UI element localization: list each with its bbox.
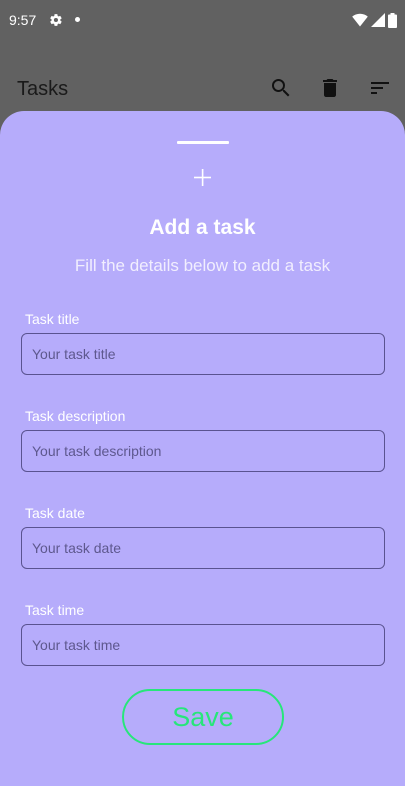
sheet-title: Add a task bbox=[149, 216, 256, 239]
app-bar: Tasks bbox=[0, 60, 405, 116]
status-bar: 9:57 bbox=[0, 0, 405, 40]
cell-signal-icon bbox=[371, 13, 385, 27]
app-title: Tasks bbox=[17, 78, 69, 100]
sort-icon[interactable] bbox=[368, 76, 392, 100]
add-task-sheet: Add a task Fill the details below to add… bbox=[0, 111, 405, 786]
delete-icon[interactable] bbox=[318, 76, 342, 100]
status-right-icons bbox=[352, 12, 397, 28]
settings-gear-icon bbox=[50, 14, 62, 26]
task-description-input[interactable] bbox=[21, 430, 385, 472]
task-time-label: Task time bbox=[25, 602, 85, 618]
battery-icon bbox=[388, 12, 397, 28]
task-description-label: Task description bbox=[25, 408, 126, 424]
task-date-input[interactable] bbox=[21, 527, 385, 569]
save-button[interactable]: Save bbox=[122, 689, 284, 745]
search-icon[interactable] bbox=[269, 76, 293, 100]
wifi-icon bbox=[352, 13, 368, 27]
task-title-input[interactable] bbox=[21, 333, 385, 375]
plus-icon bbox=[194, 169, 211, 186]
task-date-label: Task date bbox=[25, 505, 85, 521]
notification-dot-icon bbox=[75, 17, 80, 22]
task-time-input[interactable] bbox=[21, 624, 385, 666]
drag-handle[interactable] bbox=[177, 141, 229, 144]
task-title-label: Task title bbox=[25, 311, 80, 327]
sheet-subtitle: Fill the details below to add a task bbox=[74, 256, 331, 275]
status-time: 9:57 bbox=[9, 12, 37, 28]
